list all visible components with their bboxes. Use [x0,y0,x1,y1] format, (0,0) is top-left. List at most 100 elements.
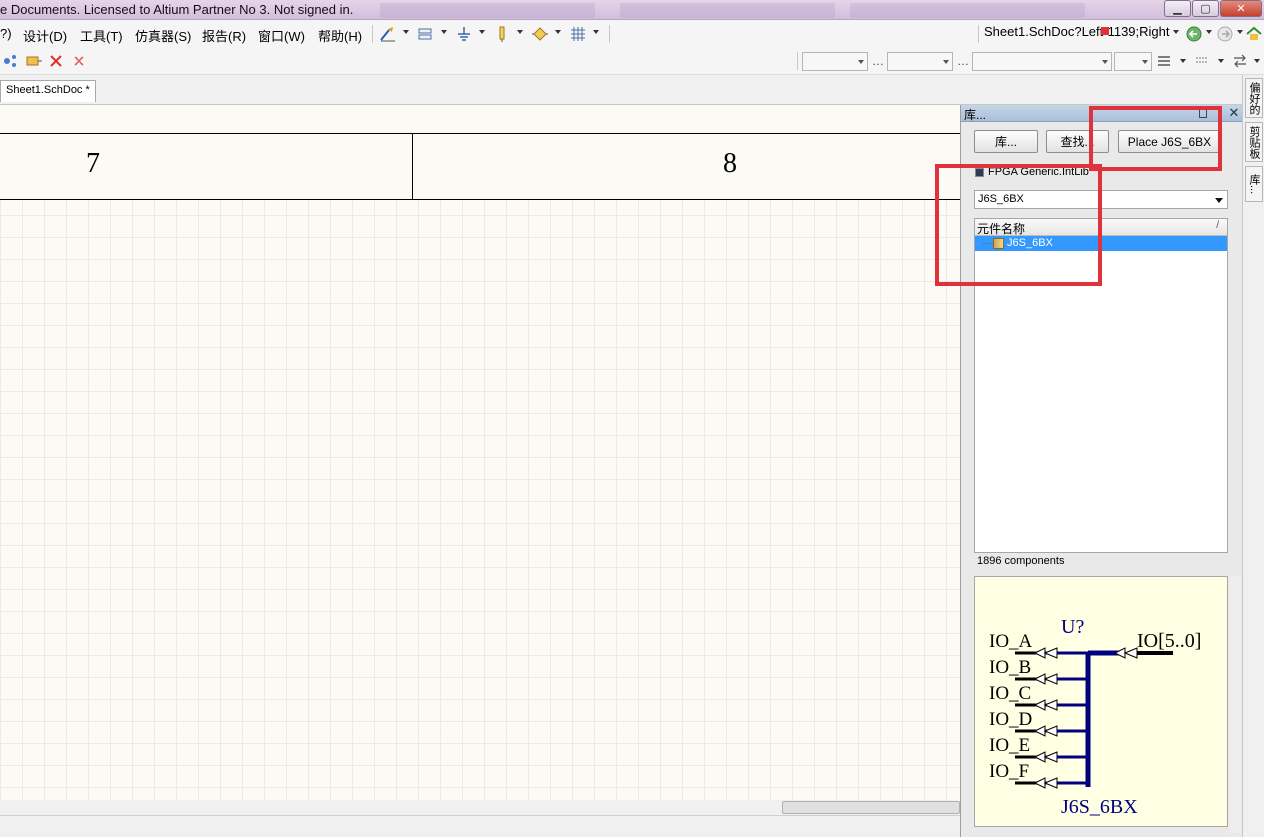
no-erc-icon[interactable] [46,51,66,71]
background-tab-ghost [850,3,1085,18]
side-tab-clipboard[interactable]: 剪贴板 [1245,122,1263,162]
background-tab-ghost [380,3,595,18]
libraries-button-label: 库... [994,135,1017,149]
preview-pin: IO_D [989,709,1088,737]
filter-combo[interactable] [972,52,1112,71]
dropdown-arrow-icon[interactable] [441,30,447,34]
component-preview: U? IO[5..0] IO_A IO_B IO_C IO_D IO_E IO_… [974,576,1228,827]
panel-close-icon[interactable]: ✕ [1226,105,1242,121]
clear-filter-icon[interactable] [69,51,89,71]
place-component-button[interactable]: Place J6S_6BX [1118,130,1221,153]
menu-item-help[interactable]: 帮助(H) [318,26,362,45]
chevron-down-icon[interactable] [1215,198,1223,203]
component-name: J6S_6BX [1007,237,1053,249]
home-icon[interactable] [1244,24,1264,44]
menu-item-design[interactable]: 设计(D) [23,26,67,45]
library-name: FPGA Generic.IntLib [988,166,1089,178]
component-count: 1896 components [977,555,1065,567]
menu-bar: ?) 设计(D) 工具(T) 仿真器(S) 报告(R) 窗口(W) 帮助(H) … [0,20,1264,48]
dropdown-arrow-icon[interactable] [593,30,599,34]
minimize-icon: ▁ [1173,3,1182,15]
dropdown-arrow-icon[interactable] [1180,59,1186,63]
preview-pin-label: IO_F [989,761,1029,782]
title-bar: e Documents. Licensed to Altium Partner … [0,0,1264,20]
sort-icon: / [1216,220,1219,231]
menu-item-simulator[interactable]: 仿真器(S) [135,26,191,45]
pin-icon[interactable] [1199,108,1207,118]
menu-item-window[interactable]: 窗口(W) [258,26,305,45]
ellipsis-icon: … [957,54,969,68]
back-arrow-icon[interactable] [1184,24,1204,44]
filter-combo[interactable] [887,52,953,71]
side-tab-favorites[interactable]: 偏好的 [1245,78,1263,118]
panel-header: 库... ✕ [961,105,1243,122]
component-list[interactable]: 元件名称 / J6S_6BX [974,218,1228,553]
filter-combo[interactable] [1114,52,1152,71]
minimize-button[interactable]: ▁ [1164,0,1191,17]
dropdown-arrow-icon[interactable] [1254,59,1260,63]
preview-pin-label: IO_E [989,735,1030,756]
maximize-button[interactable]: ▢ [1192,0,1219,17]
zone-label: 7 [86,148,100,179]
dropdown-arrow-icon[interactable] [1173,30,1179,34]
dropdown-arrow-icon[interactable] [1206,30,1212,34]
close-button[interactable]: ✕ [1220,0,1262,17]
location-marker-icon [1101,27,1109,35]
status-bar [0,815,960,837]
ground-power-icon[interactable] [454,24,474,44]
preview-pin-label: IO_A [989,631,1033,652]
side-panel-strip: 偏好的 剪贴板 库... [1242,75,1264,837]
dropdown-arrow-icon[interactable] [1218,59,1224,63]
list-view-icon[interactable] [1154,51,1174,71]
side-tab-label: 偏好的 [1248,81,1260,115]
part-tool-icon[interactable] [492,24,512,44]
dropdown-arrow-icon[interactable] [479,30,485,34]
list-item[interactable]: J6S_6BX [975,236,1227,251]
bus-entry-icon[interactable] [0,51,20,71]
toolbar-separator [797,52,798,70]
component-name-column-header[interactable]: 元件名称 / [975,219,1227,236]
directive-tool-icon[interactable] [530,24,550,44]
forward-arrow-icon[interactable] [1215,24,1235,44]
filter-combo[interactable] [802,52,868,71]
menu-item-reports[interactable]: 报告(R) [202,26,246,45]
wiring-tool-icon[interactable] [378,24,398,44]
zone-divider [412,134,413,199]
preview-bus-connector [1113,647,1138,659]
libraries-button[interactable]: 库... [974,130,1038,153]
scrollbar-thumb[interactable] [782,801,960,814]
swap-icon[interactable] [1230,51,1250,71]
sheet-location-field[interactable]: Sheet1.SchDoc?Left-1139;Right [984,24,1170,39]
harness-tool-icon[interactable] [24,51,44,71]
port-tool-icon[interactable] [416,24,436,44]
preview-comment: J6S_6BX [1061,796,1138,818]
search-button[interactable]: 查找... [1046,130,1109,153]
dropdown-arrow-icon[interactable] [517,30,523,34]
schematic-canvas[interactable]: 7 8 [0,105,960,800]
filter-value: J6S_6BX [978,193,1024,205]
component-filter-input[interactable]: J6S_6BX [974,190,1228,209]
menu-item-tools[interactable]: 工具(T) [80,26,123,45]
preview-pin: IO_C [989,683,1088,711]
dropdown-arrow-icon[interactable] [1237,30,1243,34]
dropdown-arrow-icon[interactable] [403,30,409,34]
preview-symbol: U? IO[5..0] IO_A IO_B IO_C IO_D IO_E IO_… [989,616,1201,818]
tab-sheet1[interactable]: Sheet1.SchDoc * [0,80,96,102]
window-controls: ▁ ▢ ✕ [1164,0,1262,17]
horizontal-scrollbar[interactable] [0,800,960,815]
preview-pin-label: IO_B [989,657,1031,678]
side-tab-libraries[interactable]: 库... [1245,166,1263,202]
dropdown-arrow-icon[interactable] [555,30,561,34]
document-tab-strip: Sheet1.SchDoc * [0,75,1264,105]
preview-scrollbar[interactable] [1229,576,1241,833]
menu-item-previous[interactable]: ?) [0,26,12,41]
secondary-toolbar: … … [0,48,1264,75]
sheet-zone-row: 7 8 [0,133,960,200]
library-panel: 库... ✕ 库... 查找... Place J6S_6BX FPGA Gen… [960,105,1243,837]
layout-icon[interactable] [1192,51,1212,71]
background-tab-ghost [620,3,835,18]
library-selector[interactable]: FPGA Generic.IntLib [975,166,1089,178]
preview-designator: U? [1061,616,1084,638]
preview-pin-label: IO_C [989,683,1031,704]
grid-icon[interactable] [568,24,588,44]
